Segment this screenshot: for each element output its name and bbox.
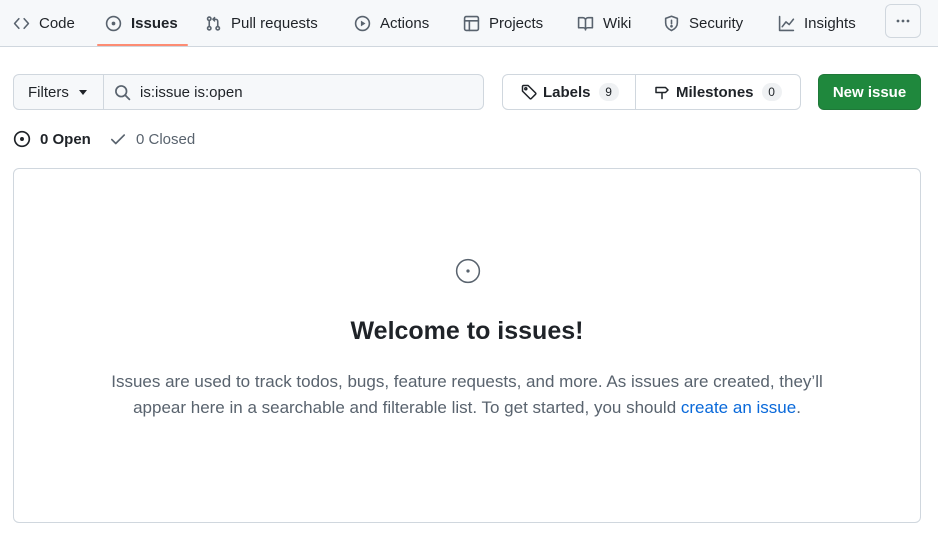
kebab-horizontal-icon: [896, 19, 910, 23]
open-issues-label: 0 Open: [40, 130, 91, 148]
shield-icon: [664, 14, 679, 31]
git-pull-request-icon: [206, 15, 221, 31]
issue-search: [103, 74, 484, 110]
check-icon: [110, 134, 126, 145]
issues-blankslate: Welcome to issues! Issues are used to tr…: [13, 168, 921, 523]
labels-label: Labels: [543, 83, 591, 101]
tab-issues[interactable]: Issues: [105, 0, 178, 46]
table-icon: [463, 15, 480, 31]
tab-code-label: Code: [39, 14, 75, 32]
issue-opened-icon: [13, 130, 31, 148]
blankslate-title: Welcome to issues!: [350, 317, 584, 345]
labels-milestones-group: Labels 9 Milestones 0: [502, 74, 801, 110]
new-issue-button[interactable]: New issue: [818, 74, 921, 110]
tab-security-label: Security: [689, 14, 744, 32]
milestones-count: 0: [761, 83, 782, 101]
filters-button[interactable]: Filters: [13, 74, 104, 110]
graph-icon: [778, 15, 795, 31]
milestones-button[interactable]: Milestones 0: [636, 75, 800, 109]
selected-tab-underline: [97, 44, 188, 46]
tab-insights[interactable]: Insights: [778, 0, 856, 46]
labels-button[interactable]: Labels 9: [503, 75, 636, 109]
triangle-down-icon: [78, 89, 87, 95]
code-icon: [13, 17, 30, 29]
issue-opened-icon: [105, 15, 122, 31]
blankslate-text-after: .: [796, 398, 801, 417]
issue-opened-icon: [455, 258, 481, 284]
book-icon: [577, 16, 594, 31]
tab-insights-label: Insights: [804, 14, 856, 32]
filters-label: Filters: [28, 83, 69, 101]
tab-pull-requests-label: Pull requests: [231, 14, 318, 32]
tab-security[interactable]: Security: [663, 0, 743, 46]
search-input[interactable]: [140, 83, 460, 101]
play-icon: [354, 15, 371, 31]
repo-nav: Code Issues Pull requests Actions Projec…: [0, 0, 938, 47]
more-tabs-button[interactable]: [885, 4, 921, 38]
tab-projects-label: Projects: [489, 14, 544, 32]
tab-code[interactable]: Code: [13, 0, 75, 46]
tab-actions-label: Actions: [380, 14, 430, 32]
create-issue-link[interactable]: create an issue: [681, 398, 796, 417]
open-issues-toggle[interactable]: 0 Open: [13, 128, 91, 150]
tab-pull-requests[interactable]: Pull requests: [205, 0, 318, 46]
tab-wiki[interactable]: Wiki: [577, 0, 631, 46]
tab-issues-label: Issues: [131, 14, 178, 32]
blankslate-description: Issues are used to track todos, bugs, fe…: [84, 369, 850, 421]
search-icon: [115, 84, 131, 100]
tab-wiki-label: Wiki: [603, 14, 632, 32]
closed-issues-toggle[interactable]: 0 Closed: [109, 128, 195, 150]
closed-issues-label: 0 Closed: [136, 130, 196, 148]
milestone-icon: [655, 86, 669, 100]
labels-count: 9: [598, 83, 619, 101]
tag-icon: [521, 84, 537, 100]
tab-actions[interactable]: Actions: [354, 0, 429, 46]
tab-projects[interactable]: Projects: [463, 0, 543, 46]
milestones-label: Milestones: [676, 83, 754, 101]
